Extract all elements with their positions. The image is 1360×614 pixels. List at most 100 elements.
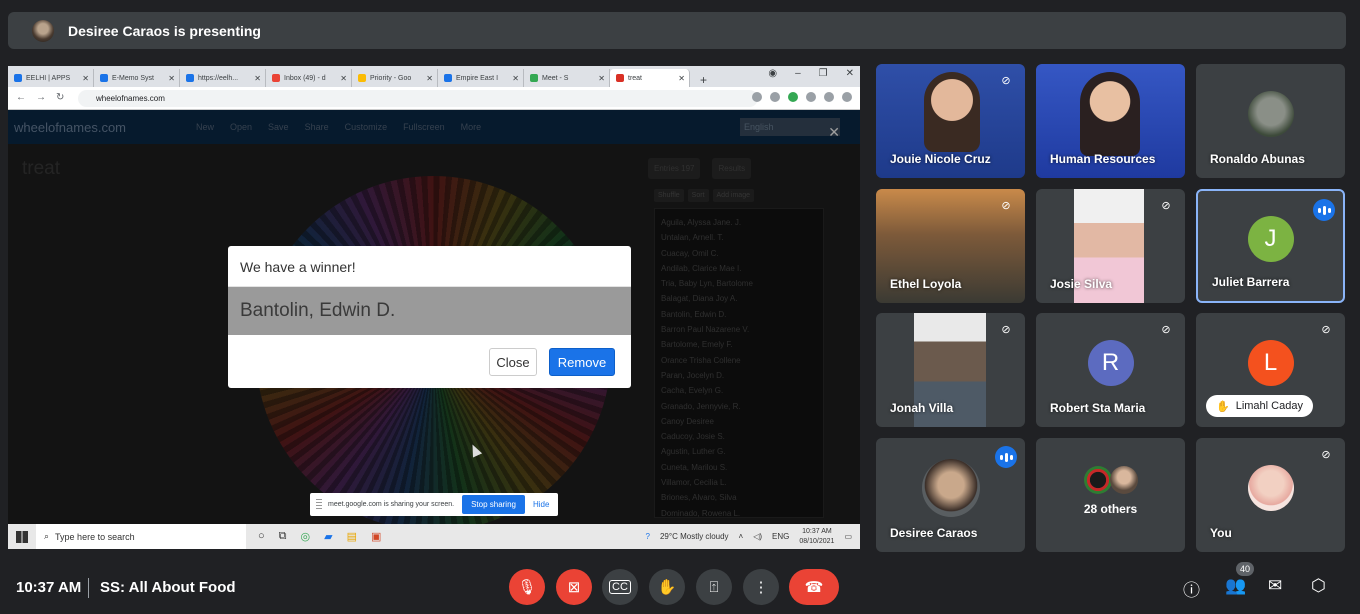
participant-count-badge: 40 — [1236, 562, 1254, 576]
app-icon[interactable]: ▰ — [324, 530, 332, 543]
tab-close-icon[interactable]: ✕ — [340, 74, 347, 83]
hide-button[interactable]: Hide — [533, 500, 549, 509]
participant-tile[interactable]: Ronaldo Abunas — [1196, 64, 1345, 178]
participant-tile[interactable]: Desiree Caraos — [876, 438, 1025, 552]
participant-avatar — [921, 459, 980, 517]
shared-screen: EELHI | APPS ✕ E-Memo Syst ✕ https://eelh.… — [8, 66, 860, 549]
participant-tile[interactable]: ⊘ Jouie Nicole Cruz — [876, 64, 1025, 178]
puzzle-icon[interactable] — [806, 92, 816, 102]
more-options-button[interactable]: ⋮ — [743, 569, 779, 605]
browser-tab[interactable]: Inbox (49) - d ✕ — [266, 69, 352, 87]
people-icon[interactable]: 👥 — [1225, 576, 1246, 596]
raise-hand-button[interactable]: ✋ — [649, 569, 685, 605]
participant-tile[interactable]: ⊘ Josie Silva — [1036, 189, 1185, 303]
back-icon[interactable]: ← — [16, 92, 26, 103]
drive-icon — [358, 74, 366, 82]
participant-tile[interactable]: ⊘ Ethel Loyola — [876, 189, 1025, 303]
participant-tile[interactable]: L ⊘ ✋ Limahl Caday — [1196, 313, 1345, 427]
mic-toggle-button[interactable]: 🎙 — [509, 569, 545, 605]
help-icon[interactable]: ? — [646, 532, 650, 541]
remove-button[interactable]: Remove — [549, 348, 615, 376]
notification-icon[interactable]: ▭ — [844, 532, 852, 541]
favicon-icon — [444, 74, 452, 82]
leave-call-button[interactable]: ☎ — [789, 569, 839, 605]
extension-icon[interactable] — [788, 92, 798, 102]
drag-handle-icon[interactable] — [316, 499, 322, 510]
browser-tab[interactable]: EELHI | APPS ✕ — [8, 69, 94, 87]
minimize-icon[interactable]: – — [795, 68, 801, 79]
weather-text[interactable]: 29°C Mostly cloudy — [660, 532, 729, 541]
participant-name: Limahl Caday — [1235, 400, 1303, 412]
tab-close-icon[interactable]: ✕ — [598, 74, 605, 83]
participant-name: Josie Silva — [1050, 277, 1113, 291]
chrome-icon[interactable]: ◎ — [301, 530, 311, 543]
powerpoint-icon[interactable]: ▣ — [371, 530, 381, 543]
raised-hand-chip: ✋ Limahl Caday — [1206, 395, 1313, 417]
tray-clock[interactable]: 10:37 AM 08/10/2021 — [799, 527, 834, 547]
file-explorer-icon[interactable]: ▤ — [347, 530, 357, 543]
reload-icon[interactable]: ↻ — [56, 92, 64, 103]
tab-close-icon[interactable]: ✕ — [512, 74, 519, 83]
camera-off-icon: ⊠ — [567, 579, 581, 596]
windows-start-icon[interactable] — [16, 530, 28, 543]
info-icon[interactable]: ⓘ — [1183, 576, 1200, 601]
browser-tab[interactable]: Empire East I ✕ — [438, 69, 524, 87]
participant-name: Desiree Caraos — [890, 526, 978, 540]
tray-time: 10:37 AM — [802, 527, 832, 535]
camera-toggle-button[interactable]: ⊠ — [556, 569, 592, 605]
present-button[interactable]: ⍐ — [696, 569, 732, 605]
favicon-icon — [100, 74, 108, 82]
browser-tab[interactable]: Priority - Goo ✕ — [352, 69, 438, 87]
participant-tile[interactable]: Human Resources — [1036, 64, 1185, 178]
extension-icon[interactable] — [752, 92, 762, 102]
tab-label: Meet - S — [542, 74, 569, 82]
tab-close-icon[interactable]: ✕ — [82, 74, 89, 83]
language-indicator[interactable]: ENG — [772, 532, 789, 541]
stop-sharing-button[interactable]: Stop sharing — [462, 495, 525, 514]
browser-tab-active[interactable]: treat ✕ — [610, 69, 690, 87]
url-field[interactable]: wheelofnames.com — [78, 90, 758, 107]
participant-avatar: R — [1087, 340, 1134, 386]
close-window-icon[interactable]: ✕ — [846, 68, 854, 79]
tab-close-icon[interactable]: ✕ — [168, 74, 175, 83]
profile-icon[interactable]: ◉ — [768, 68, 777, 79]
new-tab-icon[interactable]: + — [700, 73, 707, 87]
tab-label: Inbox (49) - d — [284, 74, 326, 82]
tab-label: EELHI | APPS — [26, 74, 71, 82]
task-view-icon[interactable]: ⧉ — [279, 530, 287, 543]
mic-off-icon: ⊘ — [1321, 449, 1331, 461]
self-tile[interactable]: ⊘ You — [1196, 438, 1345, 552]
tray-chevron-icon[interactable]: ˄ — [739, 532, 744, 541]
mic-off-icon: 🎙 — [517, 579, 537, 596]
star-icon[interactable] — [770, 92, 780, 102]
taskbar-search[interactable]: ⌕ Type here to search — [36, 524, 246, 549]
menu-dots-icon[interactable] — [842, 92, 852, 102]
participant-tile[interactable]: ⊘ Jonah Villa — [876, 313, 1025, 427]
chat-icon[interactable]: ✉ — [1268, 576, 1282, 596]
hang-up-icon: ☎ — [804, 579, 824, 596]
browser-tab[interactable]: https://eelh... ✕ — [180, 69, 266, 87]
activities-icon[interactable]: ⬡ — [1311, 576, 1326, 596]
tab-close-icon[interactable]: ✕ — [678, 74, 685, 83]
browser-tab[interactable]: Meet - S ✕ — [524, 69, 610, 87]
cortana-icon[interactable]: ○ — [258, 530, 265, 543]
tray-date: 08/10/2021 — [799, 537, 835, 545]
close-button[interactable]: Close — [489, 348, 537, 376]
tab-close-icon[interactable]: ✕ — [426, 74, 433, 83]
mic-off-icon: ⊘ — [1001, 324, 1011, 336]
others-tile[interactable]: 28 others — [1036, 438, 1185, 552]
forward-icon[interactable]: → — [36, 92, 46, 103]
tab-close-icon[interactable]: ✕ — [254, 74, 261, 83]
participant-tile[interactable]: R ⊘ Robert Sta Maria — [1036, 313, 1185, 427]
participant-name: Human Resources — [1050, 152, 1156, 166]
favicon-icon — [186, 74, 194, 82]
captions-button[interactable]: CC — [602, 569, 638, 605]
browser-tab[interactable]: E-Memo Syst ✕ — [94, 69, 180, 87]
nav-buttons: ← → ↻ — [16, 92, 64, 103]
volume-icon[interactable]: ◁) — [753, 532, 762, 541]
more-vert-icon: ⋮ — [753, 579, 769, 596]
profile-avatar-icon[interactable] — [824, 92, 834, 102]
restore-icon[interactable]: ❐ — [819, 68, 828, 79]
participant-tile-active-speaker[interactable]: J Juliet Barrera — [1196, 189, 1345, 303]
others-count: 28 others — [1083, 502, 1138, 516]
